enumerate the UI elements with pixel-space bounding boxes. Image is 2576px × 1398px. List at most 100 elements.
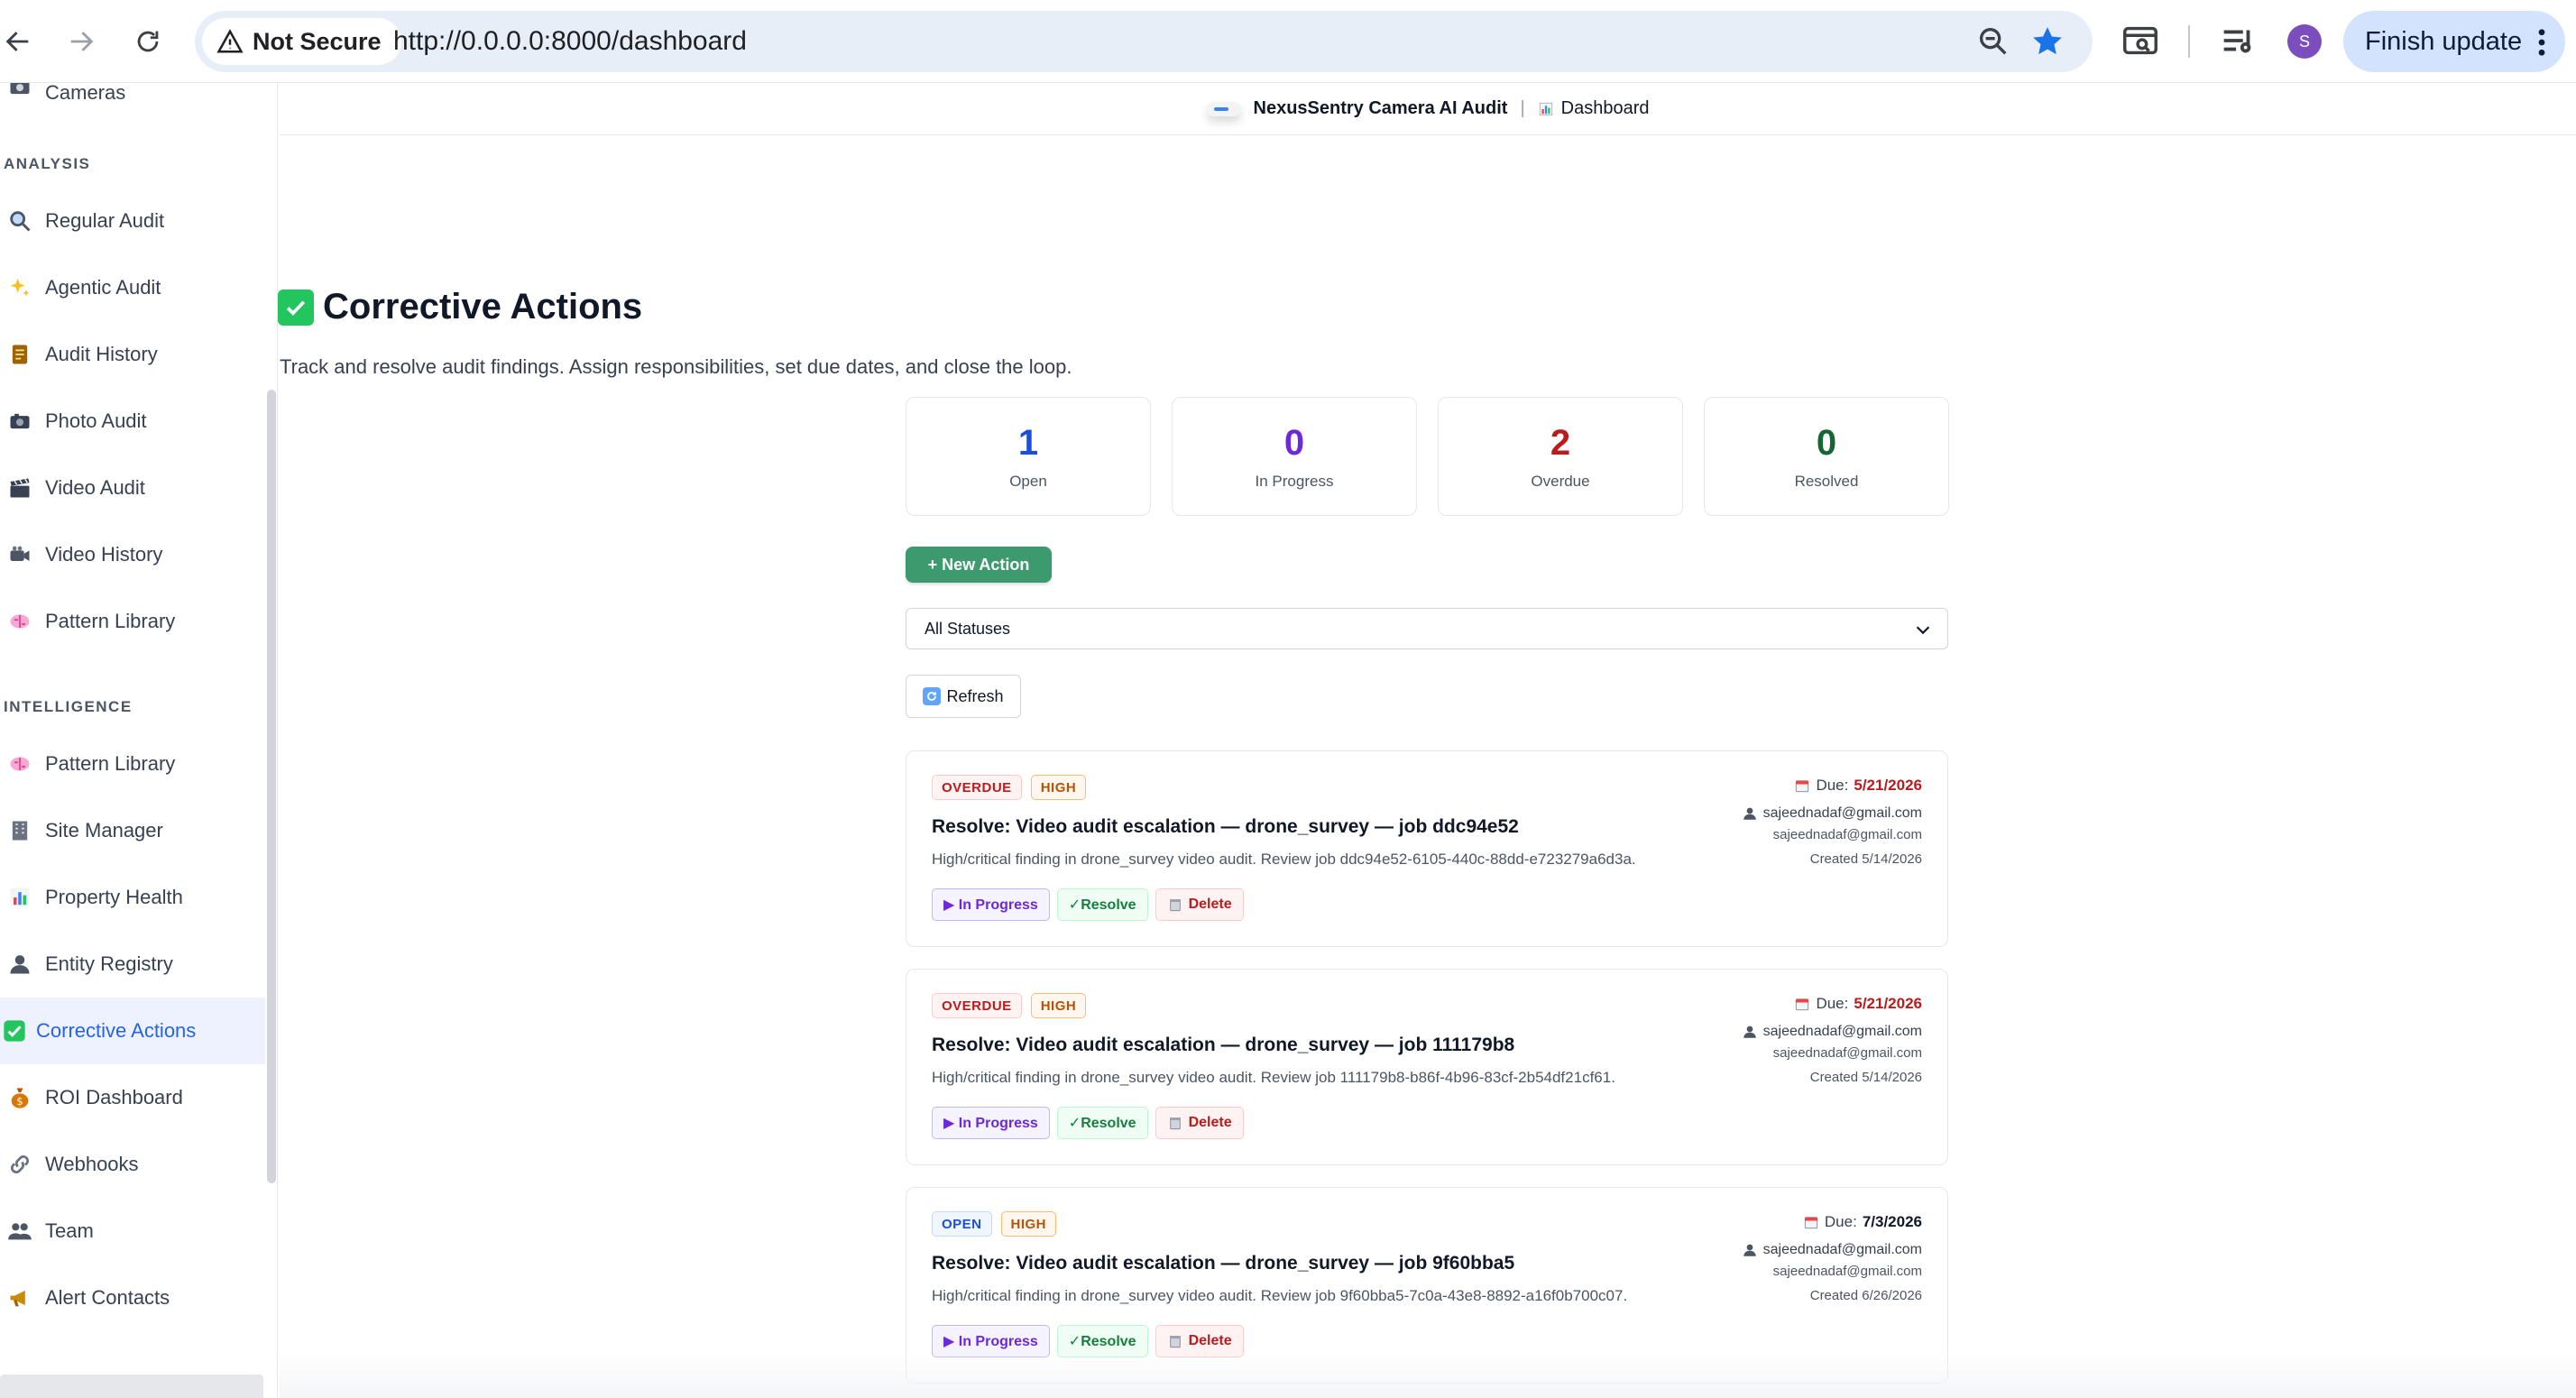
delete-button[interactable]: Delete <box>1155 1107 1244 1139</box>
sidebar-item-property-health[interactable]: Property Health <box>0 864 265 931</box>
resolve-button[interactable]: ✓Resolve <box>1056 888 1148 921</box>
sidebar-item-pattern-library-analysis[interactable]: Pattern Library <box>0 588 265 655</box>
status-filter-select[interactable]: All Statuses <box>906 608 1948 649</box>
resolve-button[interactable]: ✓Resolve <box>1056 1107 1148 1139</box>
sidebar-item-site-manager[interactable]: Site Manager <box>0 797 265 864</box>
arrow-left-icon <box>5 32 29 51</box>
in-progress-button[interactable]: ▶ In Progress <box>932 888 1050 921</box>
header-page[interactable]: Dashboard <box>1538 98 1650 119</box>
sidebar-item-regular-audit[interactable]: Regular Audit <box>0 188 265 254</box>
person-icon <box>5 950 34 979</box>
new-action-button[interactable]: + New Action <box>906 547 1052 583</box>
stat-value: 1 <box>1017 423 1039 463</box>
reload-button[interactable] <box>123 16 173 67</box>
sidebar-item-pattern-library[interactable]: Pattern Library <box>0 731 265 797</box>
sidebar-item-label: Pattern Library <box>45 752 176 775</box>
toolbar-separator <box>2188 25 2190 58</box>
header-page-label: Dashboard <box>1560 98 1650 118</box>
sidebar-item-audit-history[interactable]: Audit History <box>0 321 265 388</box>
sidebar-item-label: Regular Audit <box>45 209 165 232</box>
money-bag-icon: $ <box>5 1083 34 1112</box>
sidebar-item-corrective-actions[interactable]: Corrective Actions <box>0 998 265 1064</box>
in-progress-button[interactable]: ▶ In Progress <box>932 1107 1050 1139</box>
zoom-button[interactable] <box>1975 23 2011 60</box>
bookmark-button[interactable] <box>2029 23 2065 60</box>
sidebar-item-alert-contacts[interactable]: Alert Contacts <box>0 1265 265 1331</box>
delete-label: Delete <box>1188 897 1232 912</box>
bar-chart-icon <box>1538 101 1554 117</box>
search-tabs-button[interactable] <box>2120 20 2161 61</box>
created-date: Created 6/26/2026 <box>1809 1288 1922 1303</box>
status-badge: OVERDUE <box>932 993 1022 1018</box>
magnifier-icon <box>5 207 34 235</box>
creator-email: sajeednadaf@gmail.com <box>1772 1045 1922 1061</box>
stat-card-overdue: 2 Overdue <box>1438 397 1683 516</box>
svg-text:$: $ <box>16 1095 23 1108</box>
sidebar-item-label: Video Audit <box>45 476 145 499</box>
action-description: High/critical finding in drone_survey vi… <box>932 851 1636 868</box>
header-separator: | <box>1520 98 1525 118</box>
sidebar-item-roi-dashboard[interactable]: $ ROI Dashboard <box>0 1064 265 1131</box>
due-date: 7/3/2026 <box>1862 1213 1922 1230</box>
warning-triangle-icon <box>216 29 244 53</box>
sidebar-item-entity-registry[interactable]: Entity Registry <box>0 931 265 998</box>
security-label: Not Secure <box>253 27 382 55</box>
sparkles-icon <box>5 273 34 302</box>
due-date: 5/21/2026 <box>1854 995 1922 1012</box>
refresh-icon <box>923 687 942 705</box>
back-button[interactable] <box>0 16 43 67</box>
brain-icon <box>5 607 34 636</box>
forward-button[interactable] <box>56 16 106 67</box>
profile-avatar[interactable]: S <box>2287 24 2322 59</box>
page-title: Corrective Actions <box>278 287 642 327</box>
due-label: Due: <box>1816 777 1849 794</box>
page-title-text: Corrective Actions <box>323 287 643 327</box>
stat-card-in-progress: 0 In Progress <box>1172 397 1417 516</box>
finish-update-button[interactable]: Finish update <box>2343 11 2565 72</box>
priority-badge: HIGH <box>1030 993 1087 1018</box>
status-badge: OPEN <box>932 1211 992 1237</box>
playlist-icon <box>2223 30 2251 53</box>
sidebar-item-video-history[interactable]: Video History <box>0 521 265 588</box>
stat-card-open: 1 Open <box>906 397 1151 516</box>
sidebar-item-video-audit[interactable]: Video Audit <box>0 455 265 521</box>
sidebar-scrollbar[interactable] <box>267 390 276 1183</box>
sidebar-item-label: Site Manager <box>45 819 163 842</box>
trash-icon <box>1167 897 1183 913</box>
chevron-down-icon <box>1916 626 1930 635</box>
sidebar-item-webhooks[interactable]: Webhooks <box>0 1131 265 1198</box>
stat-value: 0 <box>1283 423 1305 463</box>
app-header: NexusSentry Camera AI Audit | Dashboard <box>280 83 2576 135</box>
sidebar-item-label: Alert Contacts <box>45 1286 170 1309</box>
stat-value: 0 <box>1816 423 1837 463</box>
sidebar-item-cameras[interactable]: Cameras <box>0 83 265 108</box>
sidebar-item-label: Team <box>45 1219 94 1242</box>
tab-search-icon <box>2123 26 2157 55</box>
sidebar-item-label: Video History <box>45 543 163 566</box>
sidebar-item-photo-audit[interactable]: Photo Audit <box>0 388 265 455</box>
sidebar-item-agentic-audit[interactable]: Agentic Audit <box>0 254 265 321</box>
address-bar[interactable]: Not Secure http://0.0.0.0:8000/dashboard <box>195 11 2093 72</box>
finish-update-label: Finish update <box>2365 26 2523 56</box>
creator-email: sajeednadaf@gmail.com <box>1772 1264 1922 1279</box>
browser-toolbar: Not Secure http://0.0.0.0:8000/dashboard… <box>0 0 2576 83</box>
camera-icon <box>5 83 34 101</box>
priority-badge: HIGH <box>1030 775 1087 800</box>
security-indicator[interactable]: Not Secure <box>202 18 401 65</box>
url-text[interactable]: http://0.0.0.0:8000/dashboard <box>393 26 747 57</box>
page-subtitle: Track and resolve audit findings. Assign… <box>280 355 1072 378</box>
created-date: Created 5/14/2026 <box>1809 851 1922 867</box>
sidebar: Cameras ANALYSIS Regular Audit Agentic A… <box>0 83 278 1398</box>
created-date: Created 5/14/2026 <box>1809 1070 1922 1085</box>
delete-button[interactable]: Delete <box>1155 888 1244 921</box>
person-icon <box>1742 1024 1758 1040</box>
action-description: High/critical finding in drone_survey vi… <box>932 1069 1615 1086</box>
delete-label: Delete <box>1188 1115 1232 1130</box>
sidebar-item-team[interactable]: Team <box>0 1198 265 1265</box>
link-icon <box>5 1150 34 1179</box>
star-icon <box>2033 27 2062 55</box>
action-card: OVERDUE HIGH Resolve: Video audit escala… <box>906 750 1948 947</box>
refresh-button[interactable]: Refresh <box>906 675 1021 718</box>
media-controls-button[interactable] <box>2217 20 2259 61</box>
stat-label: Overdue <box>1531 473 1590 490</box>
